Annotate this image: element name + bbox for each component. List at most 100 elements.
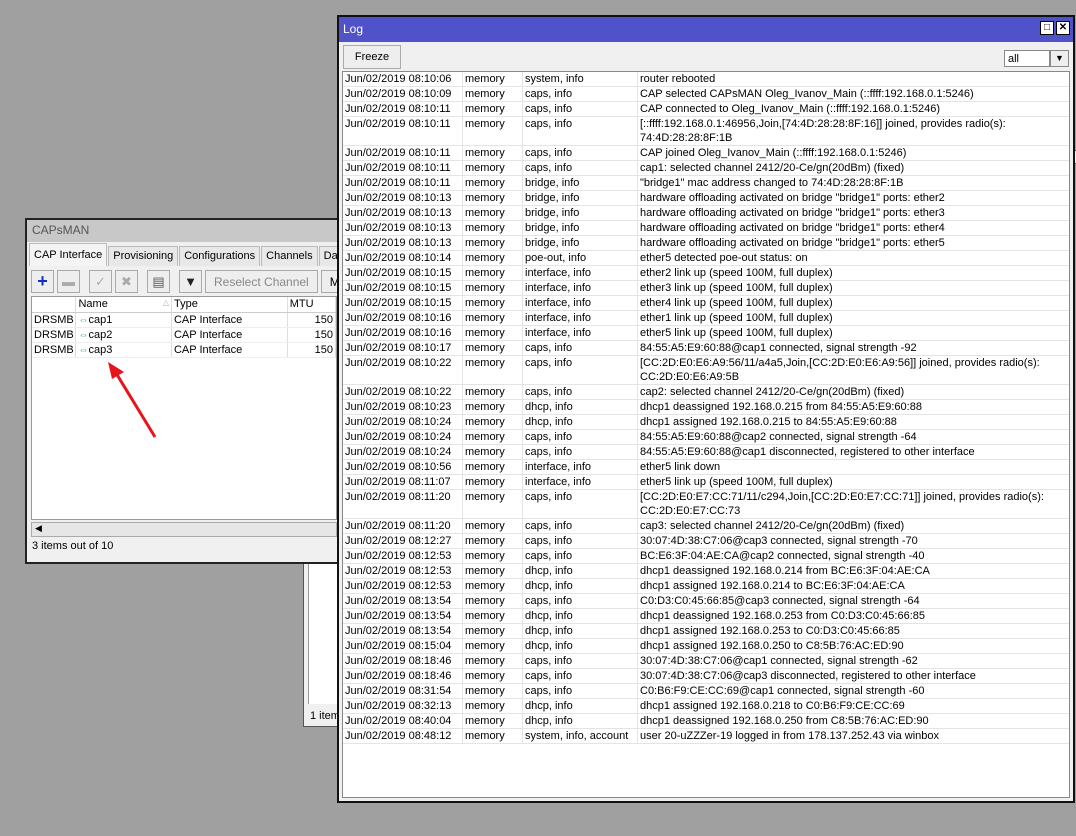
log-window[interactable]: Log □ ✕ Freeze all ▼ Jun/02/2019 08:10:0… [337,15,1075,803]
disable-button[interactable]: ✖ [115,270,138,293]
tab-cap-interface[interactable]: CAP Interface [29,243,108,266]
log-entry[interactable]: Jun/02/2019 08:11:20 memory caps, info [… [343,490,1069,519]
log-entry[interactable]: Jun/02/2019 08:13:54 memory dhcp, info d… [343,624,1069,639]
log-topics: caps, info [523,161,638,175]
column-type[interactable]: Type [172,297,288,312]
log-message-text: "bridge1" mac address changed to 74:4D:2… [640,177,904,189]
log-message: dhcp1 assigned 192.168.0.250 to C8:5B:76… [638,639,1069,653]
log-entry[interactable]: Jun/02/2019 08:10:15 memory interface, i… [343,296,1069,311]
log-message-text: dhcp1 assigned 192.168.0.253 to C0:D3:C0… [640,625,900,637]
log-entry[interactable]: Jun/02/2019 08:10:15 memory interface, i… [343,281,1069,296]
cap-interface-table: Name △ Type MTU DRSMB ⇔cap1 CAP Interface… [31,296,337,520]
tab-datapaths[interactable]: Data [318,246,337,266]
filter-button[interactable]: ▼ [179,270,202,293]
log-entry[interactable]: Jun/02/2019 08:12:27 memory caps, info 3… [343,534,1069,549]
dropdown-arrow-icon[interactable]: ▼ [1050,50,1069,67]
reselect-channel-button[interactable]: Reselect Channel [205,270,318,293]
comment-button[interactable]: ▤ [147,270,170,293]
table-row[interactable]: DRSMB ⇔cap2 CAP Interface 150 [32,328,337,343]
log-entry[interactable]: Jun/02/2019 08:10:09 memory caps, info C… [343,87,1069,102]
log-entry[interactable]: Jun/02/2019 08:10:56 memory interface, i… [343,460,1069,475]
column-name[interactable]: Name △ [76,297,172,312]
log-entry[interactable]: Jun/02/2019 08:10:06 memory system, info… [343,72,1069,87]
log-time: Jun/02/2019 08:15:04 [343,639,463,653]
log-message-text: [::ffff:192.168.0.1:46956,Join,[74:4D:28… [640,118,1006,130]
enable-button[interactable]: ✓ [89,270,112,293]
log-buffer: memory [463,236,523,250]
log-entry[interactable]: Jun/02/2019 08:10:13 memory bridge, info… [343,221,1069,236]
log-time: Jun/02/2019 08:10:16 [343,311,463,325]
freeze-button[interactable]: Freeze [343,45,401,69]
log-entry[interactable]: Jun/02/2019 08:31:54 memory caps, info C… [343,684,1069,699]
table-row[interactable]: DRSMB ⇔cap1 CAP Interface 150 [32,313,337,328]
log-entry[interactable]: Jun/02/2019 08:15:04 memory dhcp, info d… [343,639,1069,654]
log-message: BC:E6:3F:04:AE:CA@cap2 connected, signal… [638,549,1069,563]
log-message: cap3: selected channel 2412/20-Ce/gn(20d… [638,519,1069,533]
close-icon[interactable]: ✕ [1056,21,1070,35]
capsman-tabs: CAP Interface Provisioning Configuration… [29,243,337,266]
add-button[interactable]: + [31,270,54,293]
tab-configurations[interactable]: Configurations [179,246,261,266]
log-time: Jun/02/2019 08:13:54 [343,624,463,638]
log-entry[interactable]: Jun/02/2019 08:12:53 memory dhcp, info d… [343,579,1069,594]
log-entry[interactable]: Jun/02/2019 08:10:24 memory caps, info 8… [343,430,1069,445]
log-table: Jun/02/2019 08:10:06 memory system, info… [342,71,1070,798]
log-message: C0:B6:F9:CE:CC:69@cap1 connected, signal… [638,684,1069,698]
log-entry[interactable]: Jun/02/2019 08:32:13 memory dhcp, info d… [343,699,1069,714]
log-entry[interactable]: Jun/02/2019 08:10:16 memory interface, i… [343,311,1069,326]
log-entry[interactable]: Jun/02/2019 08:10:11 memory caps, info [… [343,117,1069,146]
log-buffer: memory [463,281,523,295]
log-entry[interactable]: Jun/02/2019 08:10:15 memory interface, i… [343,266,1069,281]
log-entry[interactable]: Jun/02/2019 08:10:13 memory bridge, info… [343,206,1069,221]
log-entry[interactable]: Jun/02/2019 08:10:22 memory caps, info [… [343,356,1069,385]
horizontal-scrollbar[interactable]: ◀ [31,522,337,537]
column-flags[interactable] [32,297,77,312]
log-entry[interactable]: Jun/02/2019 08:11:07 memory interface, i… [343,475,1069,490]
log-entry[interactable]: Jun/02/2019 08:10:22 memory caps, info c… [343,385,1069,400]
log-message-text: dhcp1 deassigned 192.168.0.253 from C0:D… [640,610,925,622]
log-topics: bridge, info [523,236,638,250]
log-entry[interactable]: Jun/02/2019 08:18:46 memory caps, info 3… [343,669,1069,684]
log-entry[interactable]: Jun/02/2019 08:10:23 memory dhcp, info d… [343,400,1069,415]
log-topics: dhcp, info [523,415,638,429]
scroll-left-icon[interactable]: ◀ [35,523,42,533]
check-icon: ✓ [95,273,106,289]
log-entry[interactable]: Jun/02/2019 08:12:53 memory dhcp, info d… [343,564,1069,579]
log-topics: bridge, info [523,206,638,220]
log-entry[interactable]: Jun/02/2019 08:10:11 memory caps, info C… [343,102,1069,117]
log-message-text: 84:55:A5:E9:60:88@cap1 disconnected, reg… [640,446,975,458]
log-title-bar: Log □ ✕ [339,17,1073,42]
log-entry[interactable]: Jun/02/2019 08:10:14 memory poe-out, inf… [343,251,1069,266]
log-entry[interactable]: Jun/02/2019 08:48:12 memory system, info… [343,729,1069,744]
log-entry[interactable]: Jun/02/2019 08:18:46 memory caps, info 3… [343,654,1069,669]
column-mtu[interactable]: MTU [288,297,337,312]
log-entry[interactable]: Jun/02/2019 08:10:17 memory caps, info 8… [343,341,1069,356]
tab-channels[interactable]: Channels [261,246,318,266]
log-topics: bridge, info [523,191,638,205]
log-time: Jun/02/2019 08:10:56 [343,460,463,474]
log-time: Jun/02/2019 08:18:46 [343,669,463,683]
log-entry[interactable]: Jun/02/2019 08:10:13 memory bridge, info… [343,236,1069,251]
log-entry[interactable]: Jun/02/2019 08:13:54 memory caps, info C… [343,594,1069,609]
log-entry[interactable]: Jun/02/2019 08:10:16 memory interface, i… [343,326,1069,341]
log-message: ether4 link up (speed 100M, full duplex) [638,296,1069,310]
log-entry[interactable]: Jun/02/2019 08:10:24 memory dhcp, info d… [343,415,1069,430]
log-entry[interactable]: Jun/02/2019 08:10:13 memory bridge, info… [343,191,1069,206]
capsman-window[interactable]: CAPsMAN CAP Interface Provisioning Confi… [25,218,339,564]
log-message-text: [CC:2D:E0:E6:A9:56/11/a4a5,Join,[CC:2D:E… [640,357,1040,369]
remove-button[interactable]: ▬ [57,270,80,293]
log-time: Jun/02/2019 08:10:22 [343,385,463,399]
log-entry[interactable]: Jun/02/2019 08:12:53 memory caps, info B… [343,549,1069,564]
log-entry[interactable]: Jun/02/2019 08:40:04 memory dhcp, info d… [343,714,1069,729]
tab-provisioning[interactable]: Provisioning [108,246,179,266]
log-filter-select[interactable]: all ▼ [1004,50,1069,67]
log-entry[interactable]: Jun/02/2019 08:10:11 memory caps, info c… [343,161,1069,176]
maximize-icon[interactable]: □ [1040,21,1054,35]
log-entry[interactable]: Jun/02/2019 08:10:11 memory bridge, info… [343,176,1069,191]
log-entry[interactable]: Jun/02/2019 08:11:20 memory caps, info c… [343,519,1069,534]
log-entry[interactable]: Jun/02/2019 08:10:11 memory caps, info C… [343,146,1069,161]
log-entry[interactable]: Jun/02/2019 08:10:24 memory caps, info 8… [343,445,1069,460]
log-entry[interactable]: Jun/02/2019 08:13:54 memory dhcp, info d… [343,609,1069,624]
table-row[interactable]: DRSMB ⇔cap3 CAP Interface 150 [32,343,337,358]
log-filter-value[interactable]: all [1004,50,1050,67]
